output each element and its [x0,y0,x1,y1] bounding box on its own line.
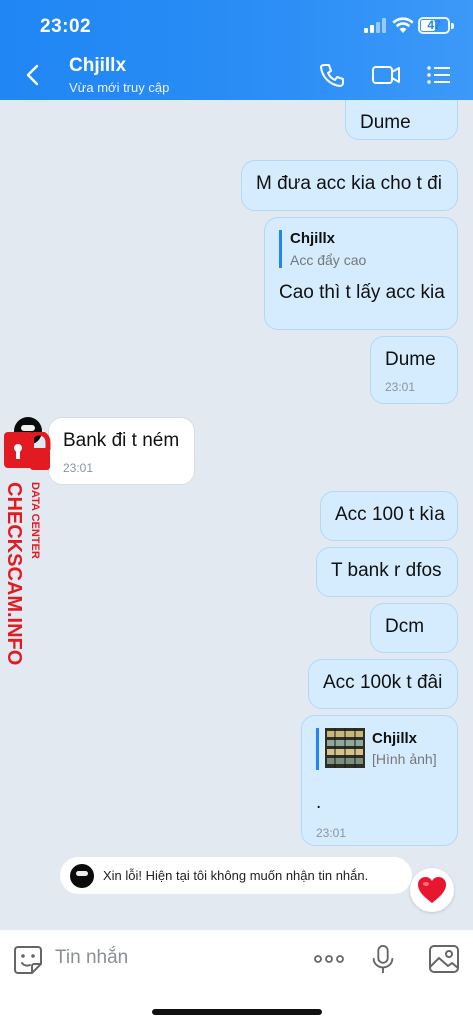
message-text: Acc 100k t đâi [323,672,443,693]
quote-sender: Chjillx [290,230,336,247]
message-text: Cao thì t lấy acc kia [279,282,445,303]
back-arrow-icon[interactable] [22,64,44,86]
incoming-message-bubble[interactable]: Bank đi t ném 23:01 [48,417,195,485]
microphone-icon[interactable] [370,944,396,974]
reply-quote[interactable]: Chjillx Acc đẩy cao [279,230,443,268]
message-bubble[interactable]: Acc 100k t đâi [308,659,458,709]
cellular-signal-icon [364,18,386,33]
message-bubble[interactable]: T bank r dfos [316,547,458,597]
quote-text: [Hình ảnh] [372,751,437,767]
message-text: T bank r dfos [331,560,442,581]
message-bubble[interactable]: Acc 100 t kìa [320,491,458,541]
message-bubble[interactable]: Dcm [370,603,458,653]
message-text: Acc 100 t kìa [335,504,445,525]
message-input[interactable]: Tin nhắn [55,947,128,969]
notice-avatar [70,864,94,888]
wifi-icon [392,17,414,33]
message-text: Bank đi t ném [63,430,180,451]
message-text: M đưa acc kia cho t đi [256,173,442,194]
more-options-icon[interactable] [312,944,346,974]
message-text: . [316,792,322,813]
message-input-bar: Tin nhắn [0,930,473,1024]
message-bubble[interactable]: M đưa acc kia cho t đi [241,160,458,211]
image-thumbnail[interactable] [325,728,365,768]
video-call-icon[interactable] [371,62,401,88]
message-time: 23:01 [316,826,347,840]
message-time: 23:01 [385,380,416,394]
heart-reaction-button[interactable] [410,868,454,912]
status-bar: 23:02 47 [0,0,473,50]
message-time: 23:01 [63,461,94,475]
watermark-text-sub: DATA CENTER [29,482,41,559]
watermark-text-main: CHECKSCAM.INFO [3,482,25,665]
message-bubble[interactable]: Dume 23:01 [370,336,458,404]
message-bubble[interactable]: Dume [345,100,458,140]
message-text: Dcm [385,616,425,637]
checkscam-watermark-logo: CHECKSCAM.INFO DATA CENTER [3,432,51,665]
phone-call-icon[interactable] [319,62,345,88]
system-notice: Xin lỗi! Hiện tại tôi không muốn nhận ti… [60,857,412,894]
message-text: Dume [385,349,436,370]
home-indicator [152,1009,322,1015]
contact-status: Vừa mới truy cập [69,80,170,95]
quoted-image-message-bubble[interactable]: Chjillx [Hình ảnh] . 23:01 [301,715,458,846]
quoted-message-bubble[interactable]: Chjillx Acc đẩy cao Cao thì t lấy acc ki… [264,217,458,330]
message-text: Dume [360,112,411,133]
battery-icon: 47 [418,17,454,34]
message-list[interactable]: Dume M đưa acc kia cho t đi Chjillx Acc … [0,100,473,930]
chat-header: 23:02 47 Chjillx Vừa mới truy cập [0,0,473,100]
contact-name[interactable]: Chjillx [69,55,126,77]
quote-text: Acc đẩy cao [290,252,367,268]
battery-level: 47 [427,18,441,32]
quote-sender: Chjillx [372,730,418,747]
notice-text: Xin lỗi! Hiện tại tôi không muốn nhận ti… [103,868,369,883]
image-gallery-icon[interactable] [428,944,460,974]
reply-quote[interactable]: Chjillx [Hình ảnh] [316,728,443,770]
heart-icon [418,877,446,903]
status-time: 23:02 [40,16,92,37]
menu-list-icon[interactable] [426,62,452,88]
sticker-emoji-icon[interactable] [12,944,44,976]
